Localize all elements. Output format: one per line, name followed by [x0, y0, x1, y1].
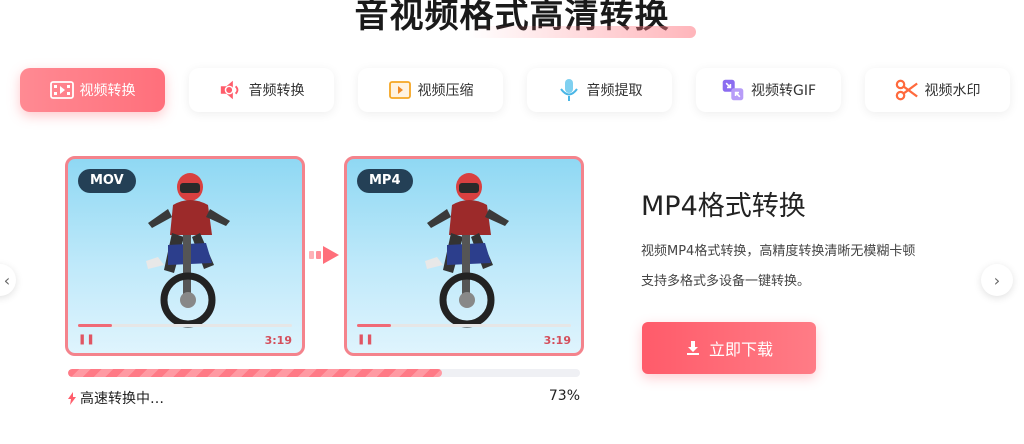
carousel-next-button[interactable]: › [981, 264, 1013, 296]
tab-label: 视频水印 [924, 83, 981, 99]
playback-progress [357, 324, 391, 327]
video-duration: 3:19 [264, 334, 292, 347]
playback-progress [78, 324, 112, 327]
motocross-image [146, 173, 230, 328]
tab-video-gif[interactable]: 视频转GIF [696, 68, 841, 112]
tab-label: 视频压缩 [417, 83, 474, 99]
target-preview-card: MP4 ❚❚ 3:19 [344, 156, 584, 356]
format-badge: MP4 [357, 169, 413, 193]
tab-audio-convert[interactable]: 音频转换 [189, 68, 334, 112]
microphone-icon [557, 78, 581, 102]
tab-label: 音频提取 [586, 83, 643, 99]
feature-description-line2: 支持多格式多设备一键转换。 [641, 274, 811, 289]
title-underline [468, 26, 696, 38]
source-preview-card: MOV ❚❚ 3:19 [65, 156, 305, 356]
pause-icon[interactable]: ❚❚ [357, 334, 374, 345]
download-button[interactable]: 立即下载 [642, 322, 816, 374]
playback-track[interactable] [78, 324, 292, 327]
tab-label: 视频转GIF [750, 83, 817, 99]
tab-label: 音频转换 [248, 83, 305, 99]
chevron-left-icon: ‹ [3, 270, 11, 290]
tab-label: 视频转换 [79, 83, 136, 99]
status-text: 高速转换中… [80, 391, 164, 407]
conversion-progress-fill [68, 369, 442, 377]
feature-description-line1: 视频MP4格式转换，高精度转换清晰无模糊卡顿 [641, 244, 916, 259]
playback-track[interactable] [357, 324, 571, 327]
convert-arrow-icon [309, 246, 339, 264]
gif-convert-icon [721, 78, 745, 102]
conversion-progress-bar [68, 369, 580, 377]
download-label: 立即下载 [708, 340, 773, 359]
video-duration: 3:19 [543, 334, 571, 347]
carousel-prev-button[interactable]: ‹ [0, 264, 16, 296]
pause-icon[interactable]: ❚❚ [78, 334, 95, 345]
video-compress-icon [388, 78, 412, 102]
film-icon [49, 78, 74, 102]
motocross-image [425, 173, 509, 328]
audio-convert-icon [219, 78, 243, 102]
format-badge: MOV [78, 169, 136, 193]
feature-title: MP4格式转换 [641, 191, 806, 222]
tab-bar: 视频转换 音频转换 视频压缩 音频提取 视频转GIF 视频水印 [20, 68, 1020, 114]
tab-video-watermark[interactable]: 视频水印 [865, 68, 1010, 112]
download-icon [686, 341, 699, 355]
tab-video-convert[interactable]: 视频转换 [20, 68, 165, 112]
tab-audio-extract[interactable]: 音频提取 [527, 68, 672, 112]
progress-percent: 73% [548, 388, 580, 404]
chevron-right-icon: › [993, 270, 1001, 290]
lightning-icon [68, 391, 76, 405]
scissors-icon [895, 78, 919, 102]
conversion-status: 高速转换中… [68, 388, 164, 408]
tab-video-compress[interactable]: 视频压缩 [358, 68, 503, 112]
